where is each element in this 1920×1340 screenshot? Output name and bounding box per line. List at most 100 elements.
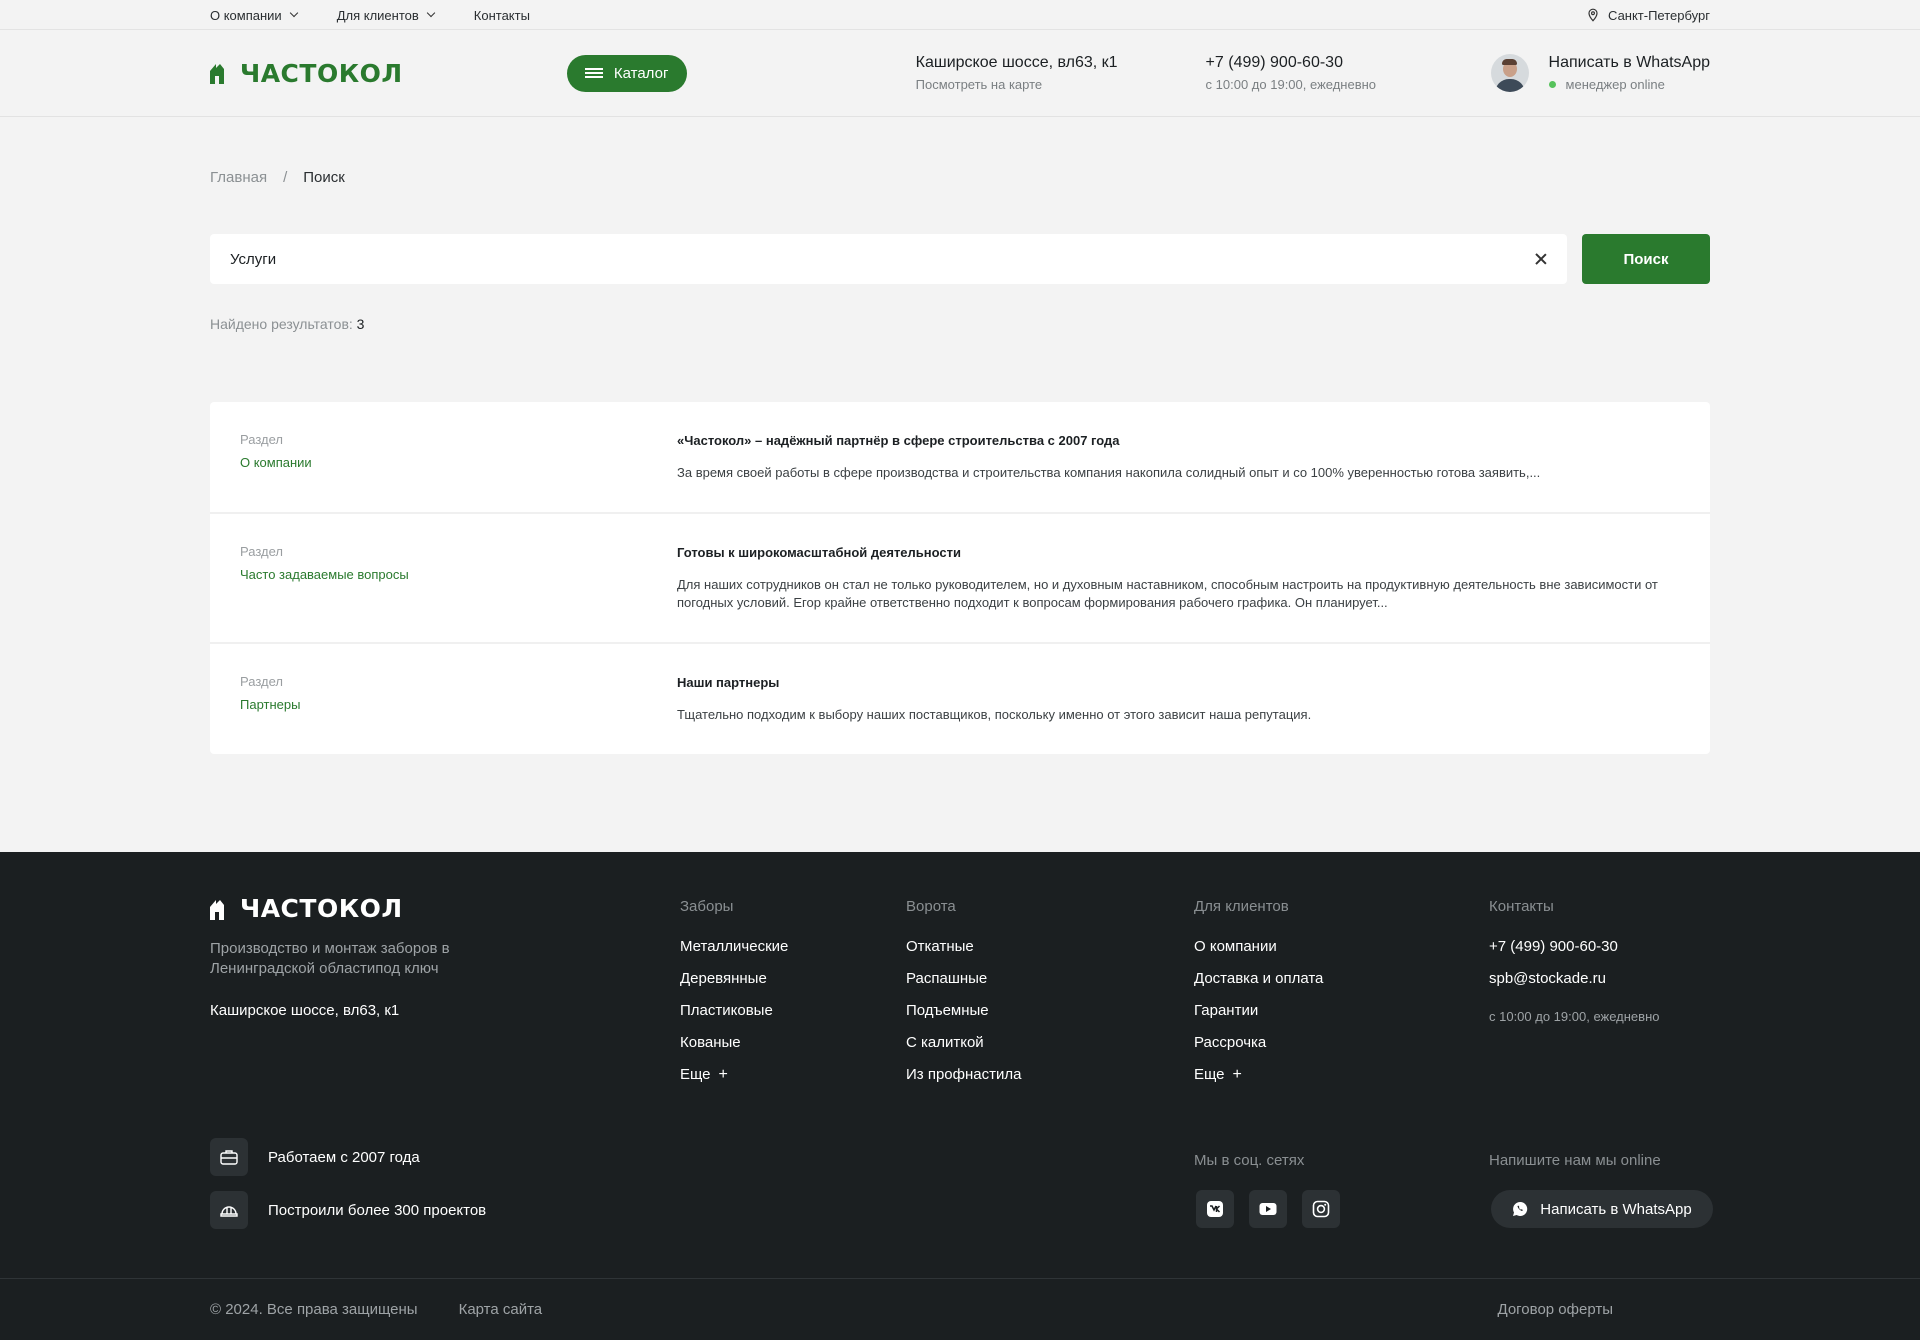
breadcrumb-separator: /	[283, 169, 288, 186]
footer-more-button[interactable]: Еще +	[680, 1065, 788, 1097]
result-kind: Раздел	[240, 432, 283, 447]
logo-house-icon	[210, 899, 224, 920]
result-item[interactable]: Раздел О компании «Частокол» – надёжный …	[210, 402, 1710, 514]
result-snippet: Для наших сотрудников он стал не только …	[677, 577, 1658, 610]
results-count-label: Найдено результатов:	[210, 316, 353, 332]
footer-address: Каширское шоссе, вл63, к1	[210, 1002, 400, 1019]
footer-link[interactable]: Из профнастила	[906, 1066, 1021, 1083]
results-count-value: 3	[356, 316, 365, 332]
top-link-contacts[interactable]: Контакты	[474, 8, 530, 23]
top-link-label: Для клиентов	[336, 7, 419, 23]
footer-link[interactable]: Откатные	[906, 938, 974, 955]
result-item[interactable]: Раздел Партнеры Наши партнеры Тщательно …	[210, 644, 1710, 754]
footer-link[interactable]: С калиткой	[906, 1034, 984, 1051]
footer-col-clients: Для клиентов О компании Доставка и оплат…	[1194, 898, 1323, 1097]
footer-link[interactable]: Рассрочка	[1194, 1034, 1266, 1051]
top-bar: О компании Для клиентов Контакты Санкт-П…	[0, 0, 1920, 30]
result-snippet: Тщательно подходим к выбору наших постав…	[677, 707, 1312, 722]
footer-whatsapp-button[interactable]: Написать в WhatsApp	[1491, 1190, 1713, 1228]
footer-logo[interactable]: ЧАСТОКОЛ	[210, 894, 403, 923]
top-link-clients[interactable]: Для клиентов	[336, 7, 436, 23]
search-field	[210, 234, 1567, 284]
footer-col-heading: Контакты	[1489, 898, 1554, 915]
copyright: © 2024. Все права защищены	[210, 1300, 418, 1318]
result-snippet: За время своей работы в сфере производст…	[677, 465, 1541, 480]
footer-more-button[interactable]: Еще +	[1194, 1065, 1323, 1097]
chevron-down-icon	[289, 8, 298, 18]
breadcrumb: Главная / Поиск	[210, 169, 1710, 186]
footer-hours: с 10:00 до 19:00, ежедневно	[1489, 1009, 1660, 1024]
manager-status-text: менеджер online	[1565, 77, 1665, 92]
whatsapp-icon	[1513, 1201, 1528, 1216]
result-section-link[interactable]: Часто задаваемые вопросы	[240, 567, 677, 582]
write-us-heading: Напишите нам мы online	[1489, 1152, 1661, 1169]
site-logo[interactable]: ЧАСТОКОЛ	[210, 59, 403, 88]
logo-text: ЧАСТОКОЛ	[240, 894, 403, 923]
plus-icon: +	[1232, 1066, 1242, 1083]
more-label: Еще	[1194, 1066, 1225, 1083]
social-links	[1196, 1190, 1340, 1228]
footer-link[interactable]: Доставка и оплата	[1194, 970, 1323, 987]
footer-col-contacts: Контакты +7 (499) 900-60-30 spb@stockade…	[1489, 898, 1659, 1024]
footer-col-heading: Ворота	[906, 898, 956, 915]
whatsapp-label: Написать в WhatsApp	[1540, 1200, 1692, 1218]
footer-link[interactable]: Гарантии	[1194, 1002, 1258, 1019]
footer-col-fences: Заборы Металлические Деревянные Пластико…	[680, 898, 788, 1097]
footer-phone-link[interactable]: +7 (499) 900-60-30	[1489, 938, 1618, 955]
footer-bottom: © 2024. Все права защищены Карта сайта Д…	[0, 1278, 1920, 1340]
search-input[interactable]	[230, 250, 1535, 268]
results-list: Раздел О компании «Частокол» – надёжный …	[210, 402, 1710, 754]
instagram-icon[interactable]	[1302, 1190, 1340, 1228]
result-title[interactable]: Готовы к широкомасштабной деятельности	[677, 545, 1680, 560]
footer-email-link[interactable]: spb@stockade.ru	[1489, 970, 1606, 987]
youtube-icon[interactable]	[1249, 1190, 1287, 1228]
social-heading: Мы в соц. сетях	[1194, 1152, 1305, 1169]
catalog-label: Каталог	[613, 64, 669, 82]
header-phone: +7 (499) 900-60-30 с 10:00 до 19:00, еже…	[1206, 54, 1376, 92]
breadcrumb-home[interactable]: Главная	[210, 169, 267, 186]
result-section-link[interactable]: Партнеры	[240, 697, 677, 712]
top-link-label: Контакты	[473, 7, 530, 23]
search-button[interactable]: Поиск	[1582, 234, 1710, 284]
footer-link[interactable]: Кованые	[680, 1034, 741, 1051]
more-label: Еще	[680, 1066, 711, 1083]
feature-since-2007: Работаем с 2007 года	[210, 1138, 420, 1176]
manager-status: менеджер online	[1548, 77, 1710, 92]
phone-link[interactable]: +7 (499) 900-60-30	[1206, 54, 1376, 72]
result-section-link[interactable]: О компании	[240, 455, 677, 470]
result-item[interactable]: Раздел Часто задаваемые вопросы Готовы к…	[210, 514, 1710, 644]
vk-icon[interactable]	[1196, 1190, 1234, 1228]
plus-icon: +	[718, 1066, 728, 1083]
footer-link[interactable]: Металлические	[680, 938, 788, 955]
site-header: ЧАСТОКОЛ Каталог Каширское шоссе, вл63, …	[0, 30, 1920, 117]
online-dot-icon	[1548, 81, 1556, 88]
footer-link[interactable]: Распашные	[906, 970, 987, 987]
results-count: Найдено результатов: 3	[210, 316, 1710, 332]
footer-col-heading: Для клиентов	[1194, 898, 1289, 915]
footer-link[interactable]: О компании	[1194, 938, 1277, 955]
header-whatsapp-link[interactable]: Написать в WhatsApp менеджер online	[1490, 54, 1710, 92]
result-kind: Раздел	[240, 674, 283, 689]
top-link-label: О компании	[210, 7, 282, 23]
view-on-map-link[interactable]: Посмотреть на карте	[916, 77, 1118, 92]
footer-link[interactable]: Деревянные	[680, 970, 767, 987]
catalog-button[interactable]: Каталог	[566, 54, 687, 92]
result-title[interactable]: «Частокол» – надёжный партнёр в сфере ст…	[677, 433, 1680, 448]
sitemap-link[interactable]: Карта сайта	[459, 1301, 543, 1318]
feature-label: Работаем с 2007 года	[268, 1148, 420, 1166]
location-pin-icon	[1588, 8, 1598, 22]
result-title[interactable]: Наши партнеры	[677, 675, 1680, 690]
footer-link[interactable]: Подъемные	[906, 1002, 989, 1019]
close-icon[interactable]	[1535, 253, 1547, 265]
city-label: Санкт-Петербург	[1608, 7, 1710, 23]
footer-link[interactable]: Пластиковые	[680, 1002, 773, 1019]
whatsapp-label: Написать в WhatsApp	[1548, 54, 1710, 71]
top-link-about[interactable]: О компании	[210, 7, 298, 23]
logo-text: ЧАСТОКОЛ	[240, 58, 403, 88]
offer-link[interactable]: Договор оферты	[1498, 1301, 1614, 1318]
site-footer: ЧАСТОКОЛ Производство и монтаж заборов в…	[0, 852, 1920, 1340]
helmet-icon	[210, 1191, 248, 1229]
address-text: Каширское шоссе, вл63, к1	[915, 54, 1118, 71]
city-selector[interactable]: Санкт-Петербург	[1586, 8, 1710, 23]
result-kind: Раздел	[240, 544, 283, 559]
